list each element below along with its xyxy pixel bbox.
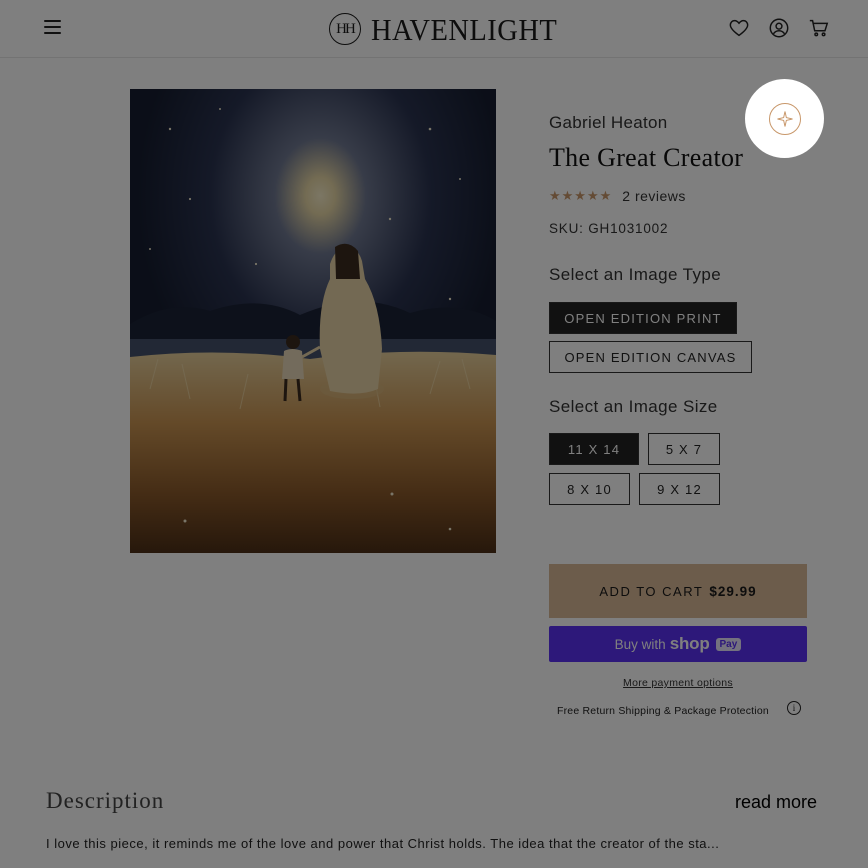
account-icon[interactable] [768, 17, 790, 39]
free-return-text: Free Return Shipping & Package Protectio… [557, 705, 769, 717]
add-to-cart-button[interactable]: ADD TO CART $29.99 [549, 564, 807, 618]
image-size-label: Select an Image Size [549, 397, 718, 416]
size-8x10[interactable]: 8 X 10 [549, 473, 630, 505]
product-image[interactable] [130, 89, 496, 553]
reviews-count[interactable]: 2 reviews [622, 188, 686, 204]
description-heading: Description [46, 788, 165, 813]
logo-mark: HH [329, 13, 361, 45]
add-to-cart-label: ADD TO CART [599, 583, 704, 599]
logo-text: HAVENLIGHT [371, 11, 558, 47]
price: $29.99 [709, 583, 757, 599]
description-text: I love this piece, it reminds me of the … [46, 836, 720, 851]
image-type-label: Select an Image Type [549, 265, 722, 284]
menu-icon[interactable] [44, 20, 61, 36]
site-header: HH HAVENLIGHT [0, 0, 868, 58]
option-open-edition-print[interactable]: OPEN EDITION PRINT [549, 302, 737, 334]
sku: SKU: GH1031002 [549, 221, 669, 236]
shop-pay-prefix: Buy with [614, 636, 666, 652]
size-11x14[interactable]: 11 X 14 [549, 433, 639, 465]
product-title: The Great Creator [549, 143, 744, 172]
size-9x12[interactable]: 9 X 12 [639, 473, 720, 505]
heart-icon[interactable] [728, 17, 750, 39]
shop-pay-button[interactable]: Buy with shop Pay [549, 626, 807, 662]
size-5x7[interactable]: 5 X 7 [648, 433, 720, 465]
pay-badge: Pay [715, 637, 742, 651]
more-payment-options-link[interactable]: More payment options [549, 677, 807, 689]
shop-logo: shop [669, 634, 710, 653]
rating[interactable]: ★★★★★ 2 reviews [549, 188, 686, 204]
info-icon[interactable]: i [787, 701, 801, 715]
rating-stars: ★★★★★ [549, 188, 613, 203]
spotlight-button[interactable] [745, 79, 824, 158]
artist-name[interactable]: Gabriel Heaton [549, 113, 668, 133]
read-more-link[interactable]: read more [735, 792, 817, 813]
sparkle-icon [768, 102, 801, 135]
option-open-edition-canvas[interactable]: OPEN EDITION CANVAS [549, 341, 752, 373]
site-logo[interactable]: HH HAVENLIGHT [329, 12, 573, 46]
cart-icon[interactable] [808, 17, 830, 39]
